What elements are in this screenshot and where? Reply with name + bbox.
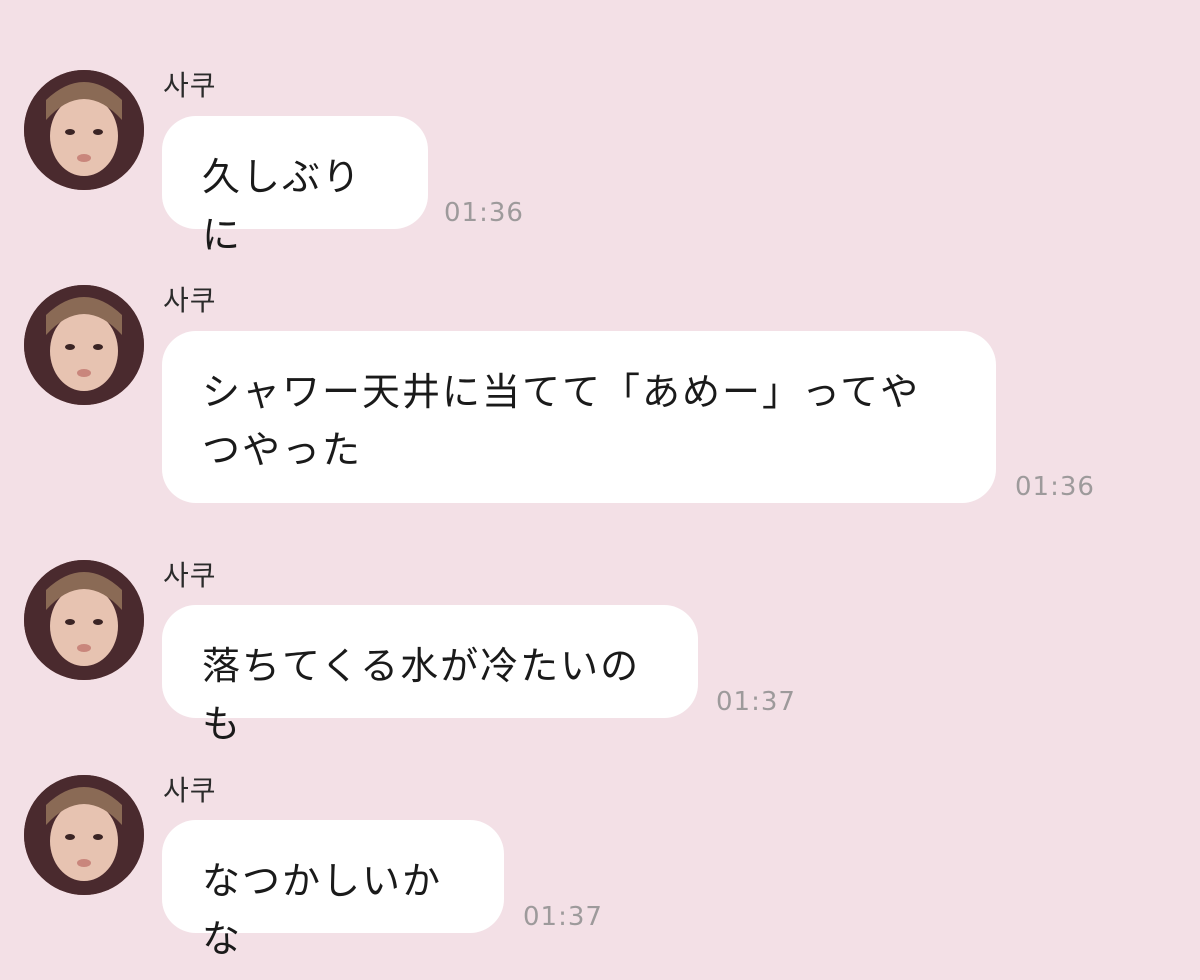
sender-name: 사쿠 [163, 284, 217, 317]
message-bubble[interactable]: シャワー天井に当てて「あめー」ってやつやった [162, 331, 996, 503]
avatar[interactable] [24, 775, 144, 895]
message-timestamp: 01:37 [523, 902, 603, 932]
message-timestamp: 01:36 [444, 198, 524, 228]
sender-name: 사쿠 [163, 774, 217, 807]
avatar[interactable] [24, 285, 144, 405]
chat-thread: 사쿠 久しぶりに 01:36 사쿠 シャワー天井に当てて「あめー」ってやつやった… [0, 0, 1200, 980]
sender-name: 사쿠 [163, 69, 217, 102]
sender-name: 사쿠 [163, 559, 217, 592]
message-timestamp: 01:37 [716, 687, 796, 717]
message-bubble[interactable]: 落ちてくる水が冷たいのも [162, 605, 698, 746]
avatar[interactable] [24, 560, 144, 680]
message-timestamp: 01:36 [1015, 472, 1095, 502]
message-bubble[interactable]: なつかしいかな [162, 820, 504, 961]
avatar[interactable] [24, 70, 144, 190]
message-bubble[interactable]: 久しぶりに [162, 116, 428, 257]
